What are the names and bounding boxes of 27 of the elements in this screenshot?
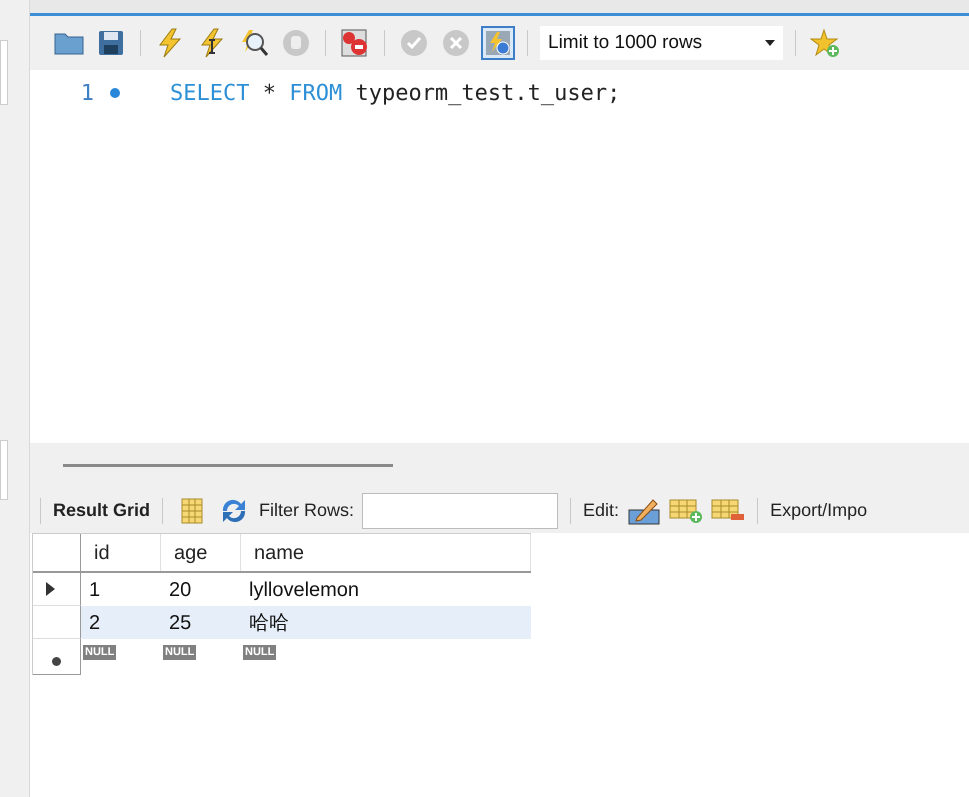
export-import-label[interactable]: Export/Impo — [770, 497, 868, 524]
null-tag: NULL — [243, 645, 276, 660]
row-header[interactable] — [33, 639, 81, 675]
filter-label: Filter Rows: — [259, 499, 354, 522]
caret-icon — [765, 40, 775, 46]
star-add-icon[interactable] — [808, 26, 842, 60]
null-tag: NULL — [83, 645, 116, 660]
table-cell-text: lyllovelemon — [248, 578, 360, 602]
table-cell-text: 20 — [168, 578, 192, 602]
limit-rows-dropdown[interactable]: Limit to 1000 rows — [540, 26, 783, 60]
result-grid-tab[interactable]: Result Grid — [53, 497, 150, 524]
column-header[interactable]: name — [241, 534, 531, 571]
table-cell-text: 2 — [88, 610, 102, 636]
scrollbar-thumb[interactable] — [63, 464, 393, 467]
table-cell-text: 25 — [168, 610, 192, 636]
table-cell-text: 哈哈 — [248, 610, 290, 636]
selected-row[interactable]: 2 25 哈哈 — [81, 606, 531, 639]
column-header[interactable]: age — [161, 534, 241, 571]
table-cell-text: 1 — [88, 578, 102, 602]
code-line[interactable]: SELECT * FROM typeorm_test.t_user; — [170, 76, 620, 110]
auto-commit-toggle[interactable] — [481, 26, 515, 60]
column-header[interactable]: id — [81, 534, 161, 571]
edit-label: Edit: — [583, 499, 620, 522]
null-tag: NULL — [163, 645, 196, 660]
line-number: 1 — [80, 80, 94, 108]
filter-field[interactable] — [362, 492, 558, 528]
new-row-icon — [52, 657, 61, 666]
